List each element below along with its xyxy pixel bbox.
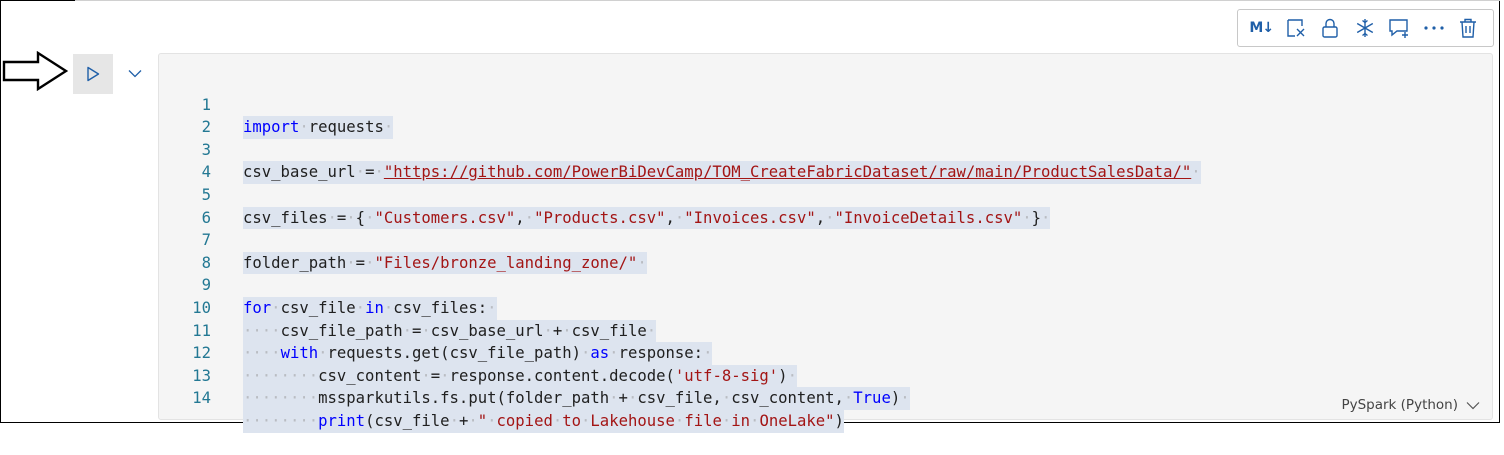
freeze-button[interactable] [1348, 13, 1383, 43]
code-line: 5 csv_files·=·{·"Customers.csv",·"Produc… [159, 161, 1492, 230]
code-editor[interactable]: 1 import·requests· 2 3 csv_base_url·=·"h… [159, 71, 1492, 433]
run-options-button[interactable] [124, 62, 146, 84]
clear-output-icon [1287, 19, 1305, 37]
code-line: 10 ····csv_file_path·=·csv_base_url·+·cs… [159, 274, 1492, 343]
code-line: 14 ········print(csv_file·+·"·copied·to·… [159, 365, 1492, 433]
code-text: ) [834, 411, 844, 430]
line-number: 14 [192, 389, 211, 408]
trash-icon [1460, 18, 1477, 38]
play-icon [87, 66, 100, 82]
code-line: 11 ····with·requests.get(csv_file_path)·… [159, 297, 1492, 365]
run-cell-button[interactable] [73, 54, 113, 94]
code-text: mssparkutils.fs.put(folder_path·+·csv_fi… [318, 389, 844, 408]
chevron-down-icon [128, 69, 142, 77]
code-line: 6 [159, 184, 1492, 227]
code-text: (csv_file·+ [365, 411, 469, 430]
ellipsis-icon [1424, 26, 1444, 30]
snowflake-icon [1356, 19, 1373, 37]
previous-cell-border [75, 0, 1500, 4]
language-selector[interactable]: PySpark (Python) [1341, 397, 1480, 413]
code-line: 8 [159, 229, 1492, 272]
code-line: 4 [159, 139, 1492, 181]
comment-button[interactable] [1382, 13, 1417, 43]
code-line: 12 ········csv_content·=·response.conten… [159, 320, 1492, 388]
annotation-arrow-icon [2, 51, 68, 91]
cell-toolbar: M↓ [1237, 9, 1494, 47]
code-line: 2 [159, 94, 1492, 136]
lock-icon [1322, 18, 1338, 38]
code-line: 1 import·requests· [159, 71, 1492, 139]
code-line: 3 csv_base_url·=·"https://github.com/Pow… [159, 116, 1492, 184]
language-label: PySpark (Python) [1341, 397, 1458, 413]
more-options-button[interactable] [1417, 13, 1452, 43]
lock-button[interactable] [1313, 13, 1348, 43]
chevron-down-icon [1466, 401, 1480, 409]
code-line: 7 folder_path·=·"Files/bronze_landing_zo… [159, 207, 1492, 275]
code-line: 13 ········mssparkutils.fs.put(folder_pa… [159, 342, 1492, 410]
keyword: print [318, 411, 366, 430]
code-cell[interactable]: 1 import·requests· 2 3 csv_base_url·=·"h… [158, 53, 1493, 433]
comment-add-icon [1389, 19, 1409, 38]
code-line: 9 for·csv_file·in·csv_files:· [159, 252, 1492, 320]
string-literal: "·copied·to·Lakehouse·file·in·OneLake" [477, 411, 835, 430]
clear-output-button[interactable] [1279, 13, 1314, 43]
markdown-icon: M↓ [1249, 20, 1274, 36]
toggle-markdown-button[interactable]: M↓ [1244, 13, 1279, 43]
code-text: ) [890, 389, 901, 408]
delete-cell-button[interactable] [1451, 13, 1486, 43]
keyword: True [853, 389, 891, 408]
